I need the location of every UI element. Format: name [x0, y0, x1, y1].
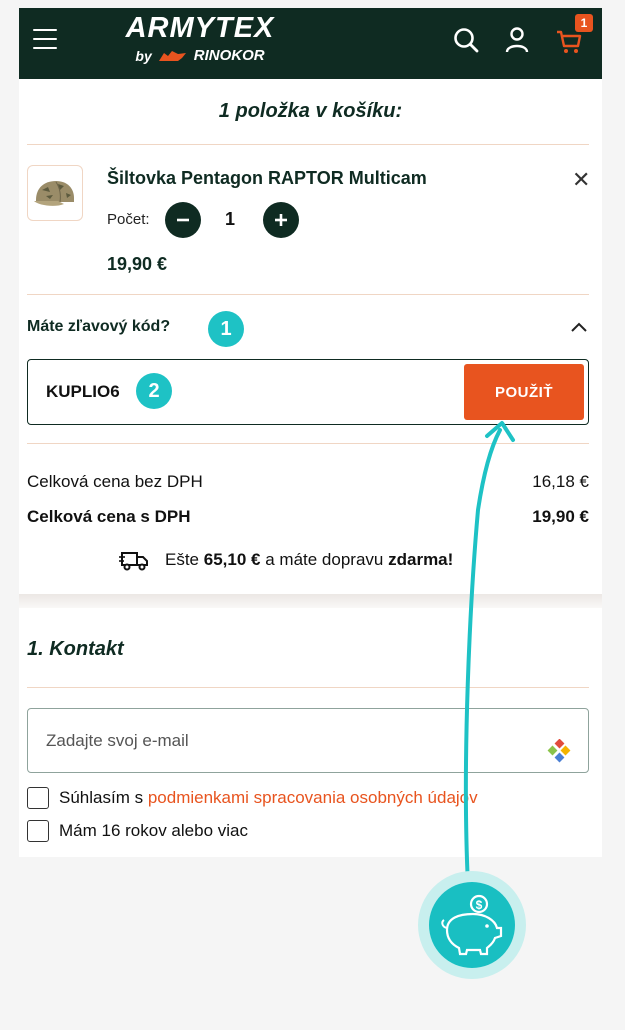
consent-checkbox[interactable]: [27, 787, 49, 809]
increase-quantity-button[interactable]: [263, 202, 299, 238]
discount-toggle-label[interactable]: Máte zľavový kód?: [27, 318, 170, 336]
total-label: Celková cena s DPH: [27, 507, 191, 526]
contact-heading: 1. Kontakt: [27, 638, 124, 660]
subtotal-row: Celková cena bez DPH 16,18 €: [27, 472, 589, 492]
section-separator: [19, 594, 602, 608]
shipping-text: Ešte 65,10 € a máte dopravu zdarma!: [165, 550, 453, 570]
shipping-prefix: Ešte: [165, 550, 200, 569]
piggy-bank-badge[interactable]: $: [418, 871, 526, 979]
divider: [27, 294, 589, 295]
email-placeholder[interactable]: Zadajte svoj e-mail: [46, 731, 189, 751]
free-shipping-notice: Ešte 65,10 € a máte dopravu zdarma!: [119, 549, 453, 571]
password-manager-icon[interactable]: [547, 739, 571, 763]
coupon-field[interactable]: KUPLIO6 2 POUŽIŤ: [27, 359, 589, 425]
age-row: Mám 16 rokov alebo viac: [27, 820, 248, 842]
cart-title: 1 položka v košíku:: [218, 100, 403, 122]
age-checkbox[interactable]: [27, 820, 49, 842]
shipping-amount: 65,10 €: [203, 550, 261, 569]
remove-item-icon[interactable]: ✕: [572, 169, 590, 191]
shipping-middle: a máte dopravu: [265, 550, 384, 569]
plus-icon: [275, 214, 287, 226]
checkout-page: ARMYTEX by RINOKOR 1 1 položka v košíku:: [19, 8, 602, 857]
rhino-icon: [158, 50, 186, 61]
apply-coupon-button[interactable]: POUŽIŤ: [464, 364, 584, 420]
product-price: 19,90 €: [107, 254, 168, 274]
quantity-label: Počet:: [107, 211, 150, 228]
total-row: Celková cena s DPH 19,90 €: [27, 507, 589, 527]
shipping-free: zdarma: [388, 550, 448, 569]
consent-text: Súhlasím s podmienkami spracovania osobn…: [59, 788, 478, 808]
quantity-value[interactable]: 1: [225, 209, 235, 230]
divider: [27, 144, 589, 145]
cart-icon[interactable]: [555, 28, 583, 56]
consent-link[interactable]: podmienkami spracovania osobných údajov: [148, 788, 478, 807]
piggy-bank-circle: $: [429, 882, 515, 968]
cart-count-badge: 1: [575, 14, 593, 32]
shipping-suffix: !: [447, 550, 454, 569]
age-label: Mám 16 rokov alebo viac: [59, 821, 248, 840]
consent-prefix: Súhlasím s: [59, 788, 144, 807]
step-2-badge: 2: [136, 373, 172, 409]
product-thumbnail[interactable]: [27, 165, 83, 221]
brand-name: RINOKOR: [193, 47, 265, 64]
divider: [27, 443, 589, 444]
cap-image: [34, 181, 74, 206]
coupon-code-value[interactable]: KUPLIO6: [46, 382, 120, 402]
subtotal-value: 16,18 €: [532, 472, 589, 491]
brand-subtitle: by RINOKOR: [115, 47, 285, 64]
total-value: 19,90 €: [532, 507, 589, 526]
brand-by: by: [135, 47, 152, 64]
chevron-up-icon[interactable]: [570, 321, 588, 333]
user-icon[interactable]: [503, 26, 531, 54]
search-icon[interactable]: [452, 26, 480, 54]
product-name[interactable]: Šiltovka Pentagon RAPTOR Multicam: [107, 168, 427, 189]
subtotal-label: Celková cena bez DPH: [27, 472, 203, 491]
step-1-badge: 1: [208, 311, 244, 347]
brand-logo[interactable]: ARMYTEX by RINOKOR: [115, 12, 285, 74]
decrease-quantity-button[interactable]: [165, 202, 201, 238]
site-header: ARMYTEX by RINOKOR 1: [19, 8, 602, 79]
email-field[interactable]: Zadajte svoj e-mail: [27, 708, 589, 773]
brand-title: ARMYTEX: [125, 12, 275, 44]
piggy-bank-icon: $: [441, 894, 503, 956]
minus-icon: [177, 218, 189, 222]
menu-icon[interactable]: [33, 29, 57, 49]
svg-text:$: $: [476, 898, 483, 912]
consent-row: Súhlasím s podmienkami spracovania osobn…: [27, 787, 478, 809]
divider: [27, 687, 589, 688]
truck-icon: [119, 552, 148, 571]
